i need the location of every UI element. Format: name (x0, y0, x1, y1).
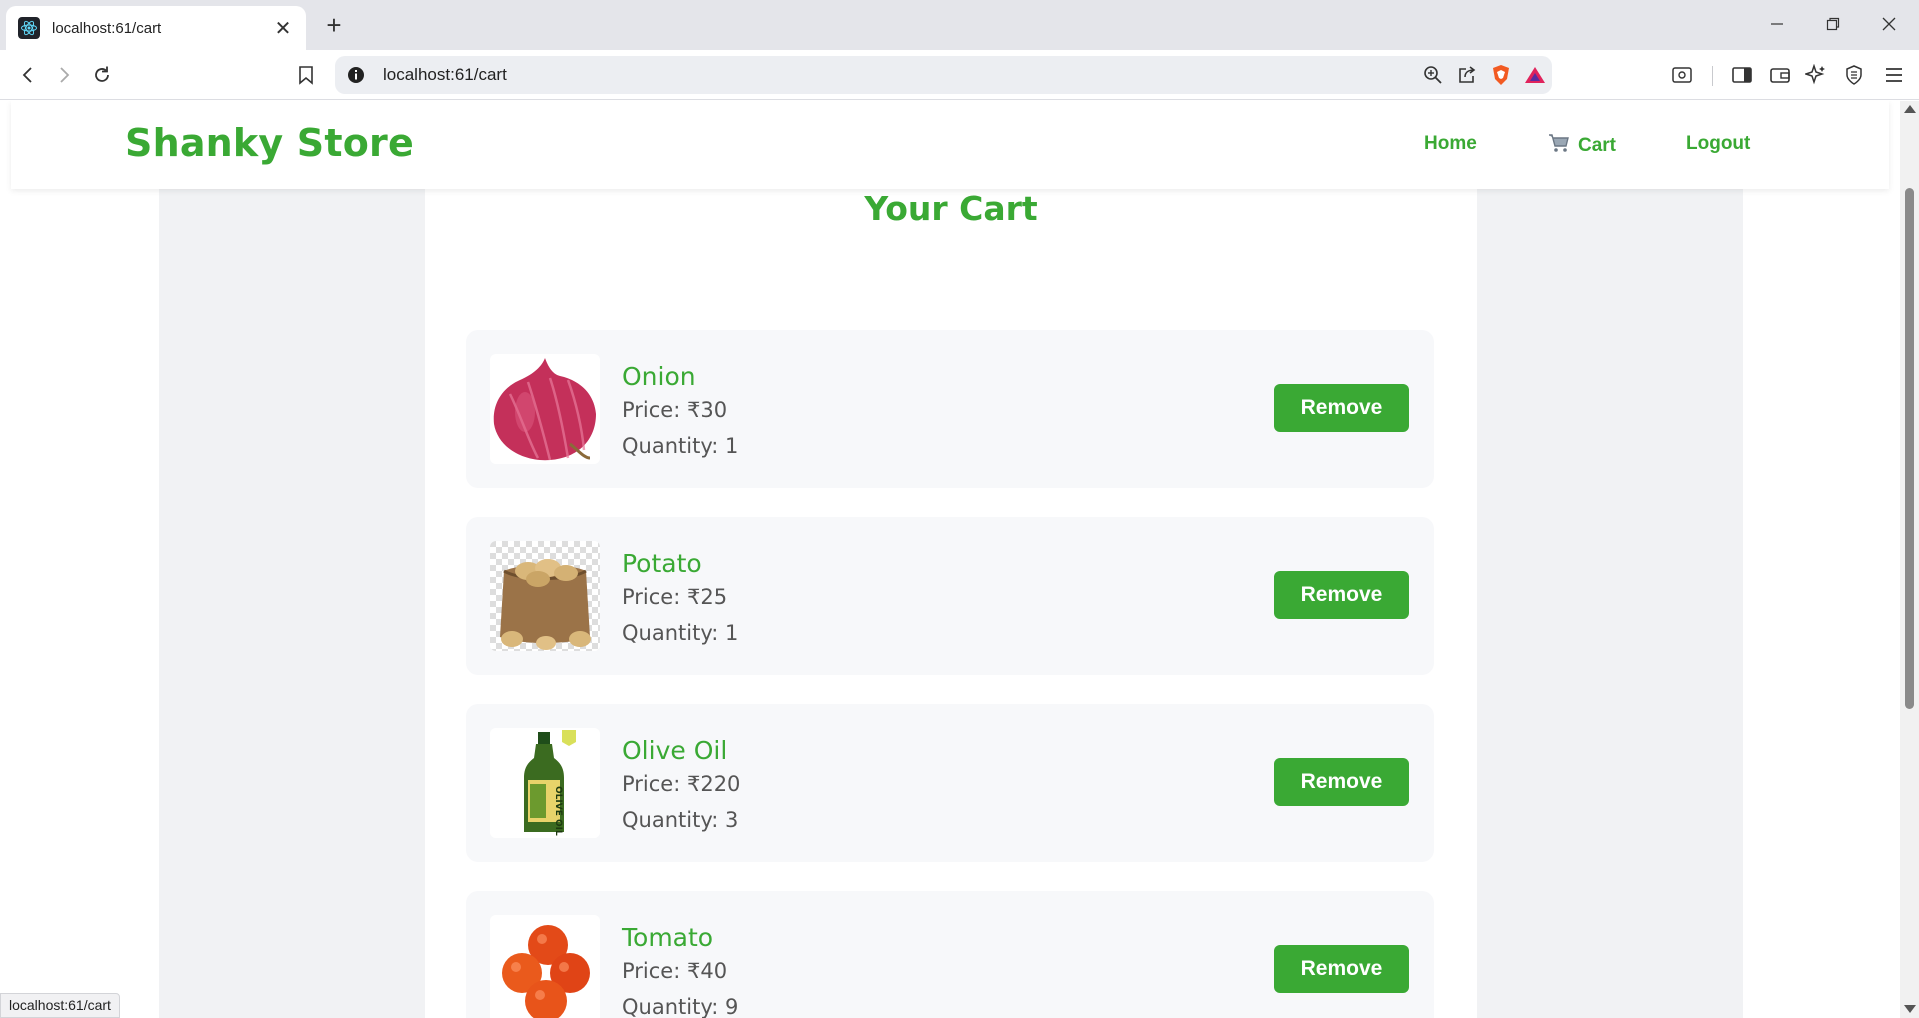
forward-icon[interactable] (48, 60, 80, 90)
zoom-icon[interactable] (1416, 60, 1450, 90)
react-favicon-icon (18, 17, 40, 39)
product-image-potato (490, 541, 600, 651)
scroll-down-arrow-icon[interactable] (1904, 1005, 1916, 1013)
back-icon[interactable] (12, 60, 44, 90)
sidebar-icon[interactable] (1726, 60, 1758, 90)
leo-ai-icon[interactable] (1800, 60, 1832, 90)
cart-item: Onion Price: ₹30 Quantity: 1 Remove (466, 330, 1434, 488)
cart-item: Potato Price: ₹25 Quantity: 1 Remove (466, 517, 1434, 675)
status-bar-url: localhost:61/cart (0, 993, 120, 1018)
scroll-thumb[interactable] (1905, 188, 1914, 709)
remove-button[interactable]: Remove (1274, 571, 1409, 619)
item-name: Tomato (622, 923, 714, 952)
reader-icon[interactable] (1666, 60, 1698, 90)
restore-icon[interactable] (1810, 8, 1856, 40)
cart-item: Tomato Price: ₹40 Quantity: 9 Remove (466, 891, 1434, 1018)
cart-container: Your Cart Onion Price: ₹30 Quantity: 1 R… (425, 141, 1477, 1018)
item-price: Price: ₹30 (622, 398, 728, 422)
item-name: Onion (622, 362, 696, 391)
page-scrollbar[interactable] (1900, 101, 1919, 1018)
cart-icon (1548, 133, 1570, 159)
nav-cart-label: Cart (1578, 135, 1617, 156)
browser-toolbar: localhost:61/cart (0, 50, 1919, 100)
wallet-icon[interactable] (1764, 60, 1796, 90)
item-price: Price: ₹25 (622, 585, 728, 609)
product-image-tomato (490, 915, 600, 1018)
site-navbar: Shanky Store Home Cart Logout (11, 101, 1889, 189)
item-price: Price: ₹220 (622, 772, 741, 796)
item-quantity: Quantity: 3 (622, 808, 739, 832)
item-name: Olive Oil (622, 736, 728, 765)
menu-icon[interactable] (1878, 60, 1910, 90)
share-icon[interactable] (1450, 60, 1484, 90)
nav-home-link[interactable]: Home (1424, 133, 1477, 155)
brand-logo[interactable]: Shanky Store (125, 121, 414, 165)
minimize-icon[interactable] (1754, 8, 1800, 40)
nav-cart-link[interactable]: Cart (1548, 133, 1616, 159)
item-quantity: Quantity: 1 (622, 434, 739, 458)
plus-icon[interactable]: + (320, 11, 348, 39)
toolbar-separator (1712, 66, 1713, 86)
bookmark-icon[interactable] (290, 60, 322, 90)
remove-button[interactable]: Remove (1274, 758, 1409, 806)
brave-rewards-icon[interactable] (1518, 60, 1552, 90)
info-icon[interactable] (345, 64, 367, 86)
item-quantity: Quantity: 9 (622, 995, 739, 1018)
cart-item: OLIVE OIL Olive Oil Price: ₹220 Quantity… (466, 704, 1434, 862)
vpn-icon[interactable] (1838, 60, 1870, 90)
item-name: Potato (622, 549, 702, 578)
remove-button[interactable]: Remove (1274, 384, 1409, 432)
tab-title: localhost:61/cart (52, 19, 162, 37)
address-bar[interactable]: localhost:61/cart (335, 56, 1552, 94)
reload-icon[interactable] (86, 60, 118, 90)
window-close-icon[interactable] (1866, 8, 1912, 40)
page-viewport: Your Cart Onion Price: ₹30 Quantity: 1 R… (0, 101, 1900, 1018)
tab-strip: localhost:61/cart ✕ + (0, 0, 1919, 50)
browser-tab[interactable]: localhost:61/cart ✕ (6, 6, 306, 50)
scroll-up-arrow-icon[interactable] (1904, 105, 1916, 113)
remove-button[interactable]: Remove (1274, 945, 1409, 993)
brave-shield-icon[interactable] (1484, 60, 1518, 90)
close-icon[interactable]: ✕ (272, 16, 294, 41)
item-quantity: Quantity: 1 (622, 621, 739, 645)
product-image-onion (490, 354, 600, 464)
page-title: Your Cart (864, 189, 1038, 228)
nav-logout-link[interactable]: Logout (1686, 133, 1750, 155)
item-price: Price: ₹40 (622, 959, 728, 983)
product-image-olive-oil: OLIVE OIL (490, 728, 600, 838)
url-text: localhost:61/cart (383, 65, 507, 84)
svg-text:OLIVE OIL: OLIVE OIL (553, 786, 563, 836)
